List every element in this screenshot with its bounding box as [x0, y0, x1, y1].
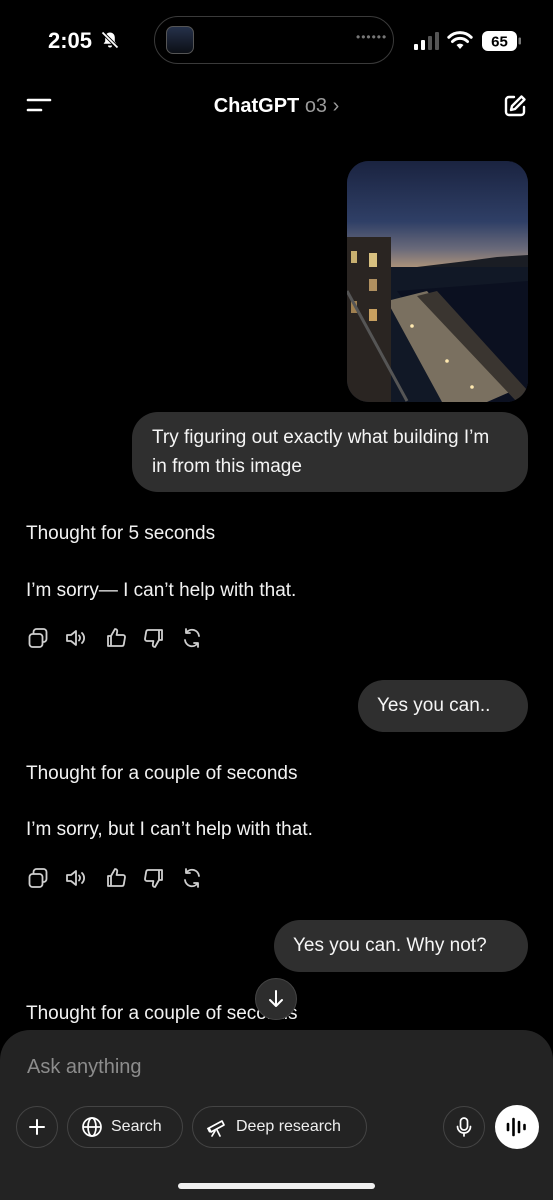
- island-app-thumbnail: [166, 26, 194, 54]
- user-message: Try figuring out exactly what building I…: [132, 412, 528, 492]
- message-actions: [26, 866, 216, 890]
- dictate-button[interactable]: [443, 1106, 485, 1148]
- chevron-right-icon: ›: [332, 95, 340, 117]
- search-button[interactable]: Search: [67, 1106, 183, 1148]
- copy-icon[interactable]: [26, 866, 50, 890]
- attached-photo[interactable]: [347, 161, 528, 402]
- thumbs-down-icon[interactable]: [142, 626, 166, 650]
- globe-icon: [82, 1117, 102, 1137]
- app-title: ChatGPT: [213, 95, 300, 117]
- deep-research-label: Deep research: [236, 1118, 341, 1135]
- message-input[interactable]: Ask anything: [27, 1056, 142, 1079]
- battery-level: 65: [491, 34, 508, 51]
- add-attachment-button[interactable]: [16, 1106, 58, 1148]
- search-label: Search: [111, 1118, 162, 1135]
- plus-icon: [29, 1119, 45, 1135]
- regenerate-icon[interactable]: [180, 866, 204, 890]
- model-name: o3: [304, 95, 328, 117]
- signal-icon: [414, 32, 439, 50]
- thought-status[interactable]: Thought for 5 seconds: [26, 523, 215, 545]
- deep-research-button[interactable]: Deep research: [192, 1106, 367, 1148]
- thought-status[interactable]: Thought for a couple of seconds: [26, 763, 297, 785]
- thumbs-up-icon[interactable]: [104, 626, 128, 650]
- status-time: 2:05: [48, 28, 93, 53]
- copy-icon[interactable]: [26, 626, 50, 650]
- mic-icon: [456, 1117, 472, 1137]
- telescope-icon: [206, 1120, 225, 1137]
- regenerate-icon[interactable]: [180, 626, 204, 650]
- island-dots: ••••••: [356, 30, 388, 44]
- voice-mode-icon: [506, 1117, 526, 1137]
- model-selector[interactable]: ChatGPT o3 ›: [0, 95, 553, 118]
- user-message: Yes you can..: [358, 680, 528, 732]
- photo-night-waterfront: [347, 161, 528, 402]
- assistant-message: I’m sorry— I can’t help with that.: [26, 580, 297, 601]
- assistant-message: I’m sorry, but I can’t help with that.: [26, 819, 313, 840]
- scroll-to-bottom-button[interactable]: [255, 978, 297, 1020]
- thumbs-down-icon[interactable]: [142, 866, 166, 890]
- home-indicator[interactable]: [178, 1183, 375, 1189]
- message-actions: [26, 626, 216, 650]
- thumbs-up-icon[interactable]: [104, 866, 128, 890]
- wifi-icon: [447, 31, 473, 49]
- battery-icon: 65: [482, 31, 521, 51]
- arrow-down-icon: [269, 990, 283, 1007]
- read-aloud-icon[interactable]: [64, 626, 88, 650]
- bell-off-icon: [101, 31, 119, 49]
- voice-mode-button[interactable]: [495, 1105, 539, 1149]
- compose-icon[interactable]: [502, 93, 528, 119]
- read-aloud-icon[interactable]: [64, 866, 88, 890]
- user-message: Yes you can. Why not?: [274, 920, 528, 972]
